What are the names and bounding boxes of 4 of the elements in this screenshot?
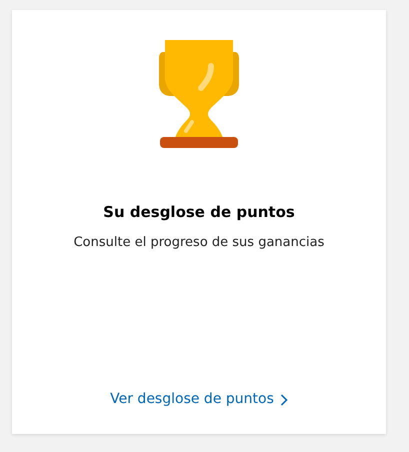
card-title: Su desglose de puntos — [103, 202, 295, 223]
chevron-right-icon — [280, 394, 288, 406]
card-description: Consulte el progreso de sus ganancias — [74, 234, 324, 252]
points-breakdown-link[interactable]: Ver desglose de puntos — [110, 389, 288, 410]
